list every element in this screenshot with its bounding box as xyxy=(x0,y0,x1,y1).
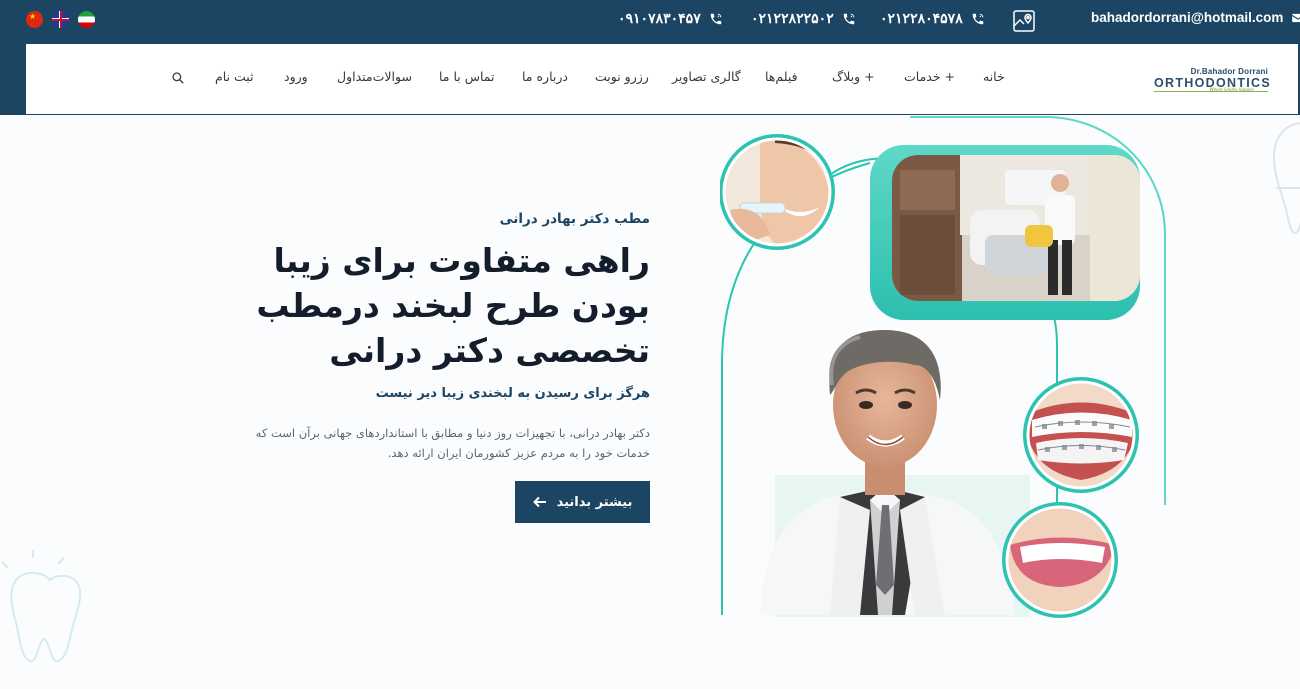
nav-item-videos[interactable]: فیلم‌ها xyxy=(765,69,798,84)
phone-number-2: ۰۲۱۲۲۸۲۲۵۰۲ xyxy=(751,10,834,26)
email-link[interactable]: bahadordorrani@hotmail.com xyxy=(1091,10,1300,25)
phone-link-3[interactable]: ۰۲۱۲۲۸۰۴۵۷۸ xyxy=(880,10,985,27)
hero-tagline: هرگز برای رسیدن به لبخندی زیبا دیر نیست xyxy=(375,386,650,401)
iran-flag-icon[interactable] xyxy=(78,11,95,28)
hero-illustration xyxy=(720,116,1166,618)
site-logo[interactable]: Dr.Bahador Dorrani ORTHODONTICS Where Sm… xyxy=(1154,67,1270,96)
phone-icon xyxy=(843,13,854,24)
nav-item-gallery[interactable]: گالری تصاویر xyxy=(672,69,741,84)
hero-title: راهی متفاوت برای زیبا بودن طرح لبخند درم… xyxy=(256,241,650,370)
language-switcher xyxy=(26,11,95,28)
phone-icon xyxy=(710,13,721,24)
phone-link-1[interactable]: ۰۹۱۰۷۸۳۰۴۵۷ xyxy=(618,10,723,27)
uk-flag-icon[interactable] xyxy=(52,11,69,28)
nav-item-login[interactable]: ورود xyxy=(284,69,308,84)
phone-number-1: ۰۹۱۰۷۸۳۰۴۵۷ xyxy=(618,10,701,26)
logo-tagline: Where Smiles Happen xyxy=(1209,87,1254,92)
nav-item-services[interactable]: خدمات + xyxy=(904,69,955,84)
nav-item-about[interactable]: درباره ما xyxy=(522,69,568,84)
hero-description: دکتر بهادر درانی، با تجهیزات روز دنیا و … xyxy=(255,426,650,460)
learn-more-button[interactable]: بیشتر بدانید xyxy=(515,481,650,523)
envelope-icon xyxy=(1292,13,1300,22)
learn-more-label: بیشتر بدانید xyxy=(556,494,633,510)
nav-item-booking[interactable]: رزرو نوبت xyxy=(595,69,649,84)
phone-icon xyxy=(972,13,983,24)
phone-link-2[interactable]: ۰۲۱۲۲۸۲۲۵۰۲ xyxy=(751,10,856,27)
nav-item-register[interactable]: ثبت نام xyxy=(215,69,254,84)
nav-item-faq[interactable]: سوالات‌متداول xyxy=(337,69,412,84)
nav-item-contact[interactable]: تماس با ما xyxy=(439,69,495,84)
nav-item-home[interactable]: خانه xyxy=(983,69,1005,84)
nav-item-blog[interactable]: وبلاگ + xyxy=(832,69,875,84)
tooth-outline-decoration xyxy=(1,550,82,662)
arrow-left-icon xyxy=(532,496,546,508)
phone-number-3: ۰۲۱۲۲۸۰۴۵۷۸ xyxy=(880,10,963,26)
search-icon[interactable] xyxy=(171,71,185,85)
map-location-icon[interactable] xyxy=(1012,9,1036,33)
hero-subtitle: مطب دکتر بهادر درانی xyxy=(499,211,650,227)
tooth-outline-decoration-right xyxy=(1272,122,1300,234)
email-address: bahadordorrani@hotmail.com xyxy=(1091,10,1284,25)
china-flag-icon[interactable] xyxy=(26,11,43,28)
logo-doctor-name: Dr.Bahador Dorrani xyxy=(1190,67,1268,76)
